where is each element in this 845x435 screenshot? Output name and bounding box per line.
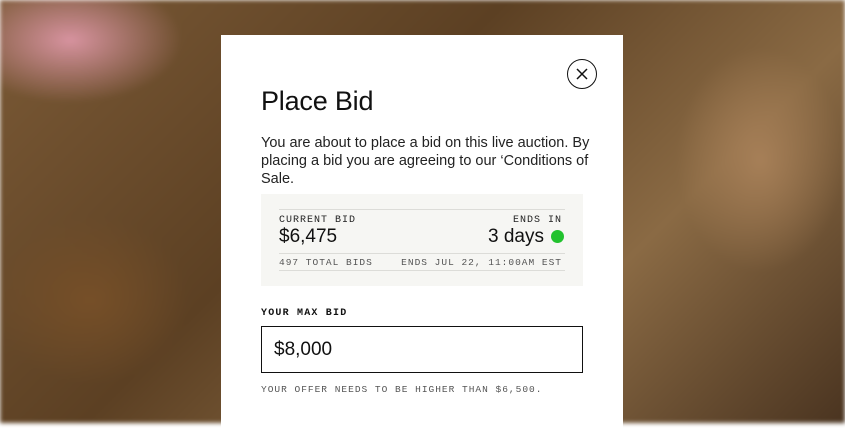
current-bid-label: CURRENT BID bbox=[279, 215, 357, 226]
modal-title: Place Bid bbox=[261, 86, 374, 116]
place-bid-modal: Place Bid You are about to place a bid o… bbox=[221, 35, 623, 435]
ends-in-value-group: 3 days bbox=[488, 226, 564, 248]
ends-in-label: ENDS IN bbox=[512, 215, 562, 226]
close-button[interactable] bbox=[567, 59, 597, 89]
current-bid-value: $6,475 bbox=[279, 226, 338, 247]
ends-in-value: 3 days bbox=[488, 226, 544, 247]
max-bid-label: YOUR MAX BID bbox=[261, 308, 348, 319]
bid-info-panel: CURRENT BID $6,475 ENDS IN 3 days 497 TO… bbox=[261, 194, 583, 286]
divider bbox=[279, 270, 565, 271]
divider bbox=[279, 253, 565, 254]
bid-hint: YOUR OFFER NEEDS TO BE HIGHER THAN $6,50… bbox=[261, 384, 543, 395]
live-status-dot bbox=[551, 230, 564, 243]
total-bids: 497 TOTAL BIDS bbox=[279, 257, 373, 268]
auction-end-date: ENDS JUL 22, 11:00AM EST bbox=[401, 257, 562, 268]
modal-description: You are about to place a bid on this liv… bbox=[261, 135, 590, 187]
divider bbox=[279, 209, 565, 210]
close-icon bbox=[576, 68, 588, 80]
max-bid-input[interactable] bbox=[261, 326, 583, 373]
